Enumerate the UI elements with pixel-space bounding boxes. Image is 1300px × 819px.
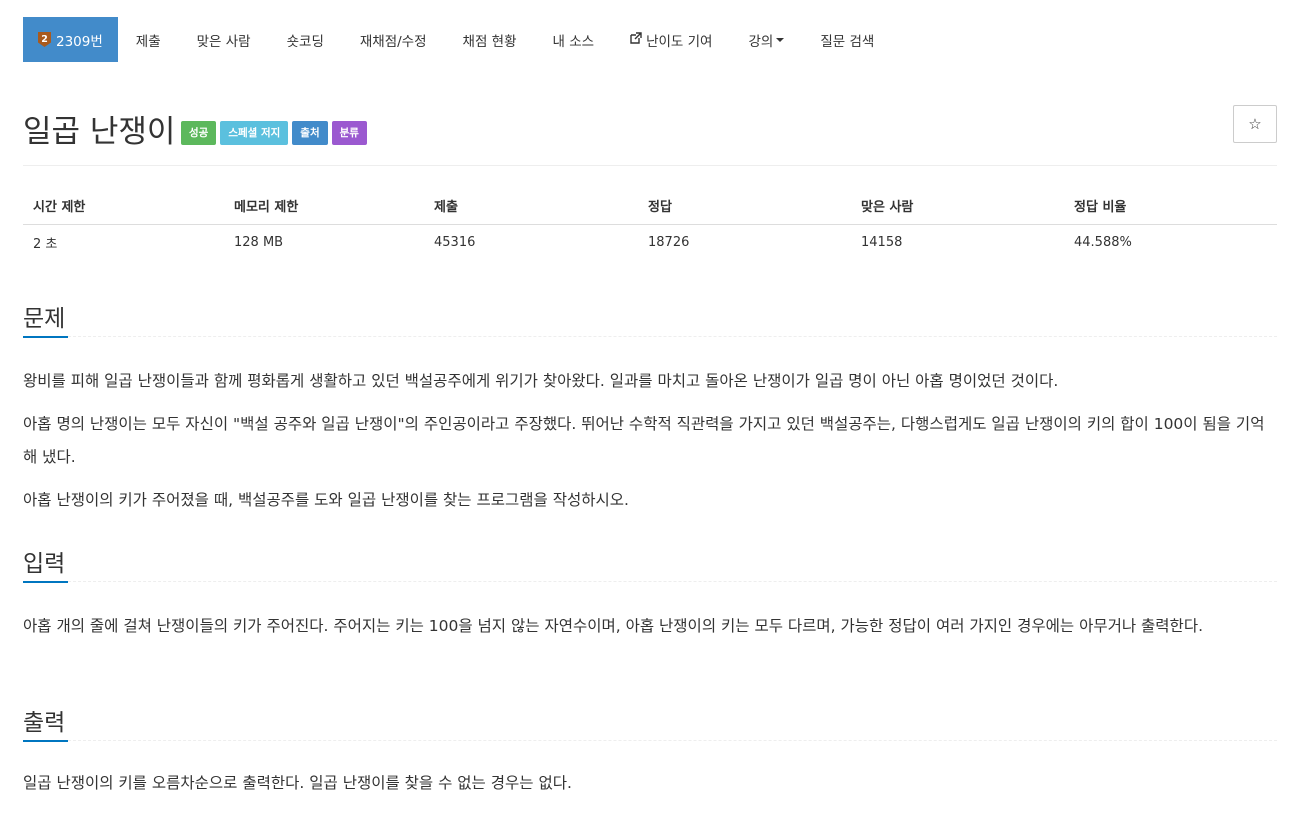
section-underline (23, 740, 68, 742)
table-row: 2 초 128 MB 45316 18726 14158 44.588% (23, 224, 1277, 261)
description-paragraph-2: 아홉 명의 난쟁이는 모두 자신이 "백설 공주와 일곱 난쟁이"의 주인공이라… (23, 415, 1265, 466)
output-paragraph: 일곱 난쟁이의 키를 오름차순으로 출력한다. 일곱 난쟁이를 찾을 수 없는 … (23, 774, 572, 792)
nav-lectures-label: 강의 (748, 33, 774, 50)
memory-limit-value: 128 MB (234, 235, 284, 251)
header-time-limit: 시간 제한 (23, 187, 224, 225)
nav-my-source[interactable]: 내 소스 (535, 17, 613, 62)
nav-submit[interactable]: 제출 (118, 17, 179, 62)
label-special-judge[interactable]: 스페셜 저지 (220, 121, 289, 145)
header-memory-limit: 메모리 제한 (224, 187, 424, 225)
time-limit-value: 2 초 (33, 237, 58, 253)
nav-accepted-users[interactable]: 맞은 사람 (179, 17, 269, 62)
header-solved-users: 맞은 사람 (851, 187, 1064, 225)
section-output-title: 출력 (23, 710, 66, 736)
header-submissions: 제출 (424, 187, 638, 225)
label-source[interactable]: 출처 (292, 121, 328, 145)
accepted-value: 18726 (648, 235, 690, 251)
tier-badge-icon: 2 (38, 32, 51, 47)
page-title: 일곱 난쟁이 (23, 114, 176, 150)
nav-difficulty-label: 난이도 기여 (646, 33, 713, 50)
header-accept-ratio: 정답 비율 (1064, 187, 1277, 225)
section-underline (23, 336, 68, 338)
problem-info-table: 시간 제한 메모리 제한 제출 정답 맞은 사람 정답 비율 2 초 128 M… (23, 187, 1277, 261)
description-paragraph-3: 아홉 난쟁이의 키가 주어졌을 때, 백설공주를 도와 일곱 난쟁이를 찾는 프… (23, 491, 629, 509)
accept-ratio-value: 44.588% (1074, 235, 1132, 251)
problem-number-label: 2309번 (56, 33, 103, 50)
section-input-title: 입력 (23, 551, 66, 577)
nav-difficulty-contribution[interactable]: 난이도 기여 (612, 17, 730, 62)
section-underline (23, 581, 68, 583)
nav-problem-number[interactable]: 2 2309번 (23, 17, 118, 62)
nav-short-coding[interactable]: 숏코딩 (269, 17, 342, 62)
problem-title-row: 일곱 난쟁이 성공 스페셜 저지 출처 분류 ☆ (23, 100, 1277, 166)
caret-down-icon (776, 37, 785, 42)
description-paragraph-1: 왕비를 피해 일곱 난쟁이들과 함께 평화롭게 생활하고 있던 백설공주에게 위… (23, 372, 1059, 390)
favorite-star-button[interactable]: ☆ (1233, 105, 1277, 143)
nav-lectures-dropdown[interactable]: 강의 (730, 17, 802, 62)
nav-question-search[interactable]: 질문 검색 (802, 17, 892, 62)
problem-menu: 2 2309번 제출 맞은 사람 숏코딩 재채점/수정 채점 현황 내 소스 난… (23, 17, 892, 62)
nav-status[interactable]: 채점 현황 (445, 17, 535, 62)
nav-rejudge[interactable]: 재채점/수정 (342, 17, 445, 62)
section-description-title: 문제 (23, 306, 66, 332)
input-paragraph: 아홉 개의 줄에 걸쳐 난쟁이들의 키가 주어진다. 주어지는 키는 100을 … (23, 617, 1204, 635)
problem-labels: 성공 스페셜 저지 출처 분류 (181, 121, 367, 145)
table-header-row: 시간 제한 메모리 제한 제출 정답 맞은 사람 정답 비율 (23, 187, 1277, 225)
solved-users-value: 14158 (861, 235, 903, 251)
section-output-header: 출력 (23, 695, 1277, 742)
header-accepted: 정답 (638, 187, 851, 225)
section-input-header: 입력 (23, 536, 1277, 583)
section-description-header: 문제 (23, 291, 1277, 338)
submissions-value: 45316 (434, 235, 476, 251)
star-icon: ☆ (1248, 115, 1262, 133)
external-link-icon (630, 31, 642, 48)
label-success[interactable]: 성공 (181, 121, 217, 145)
label-category[interactable]: 분류 (331, 121, 367, 145)
